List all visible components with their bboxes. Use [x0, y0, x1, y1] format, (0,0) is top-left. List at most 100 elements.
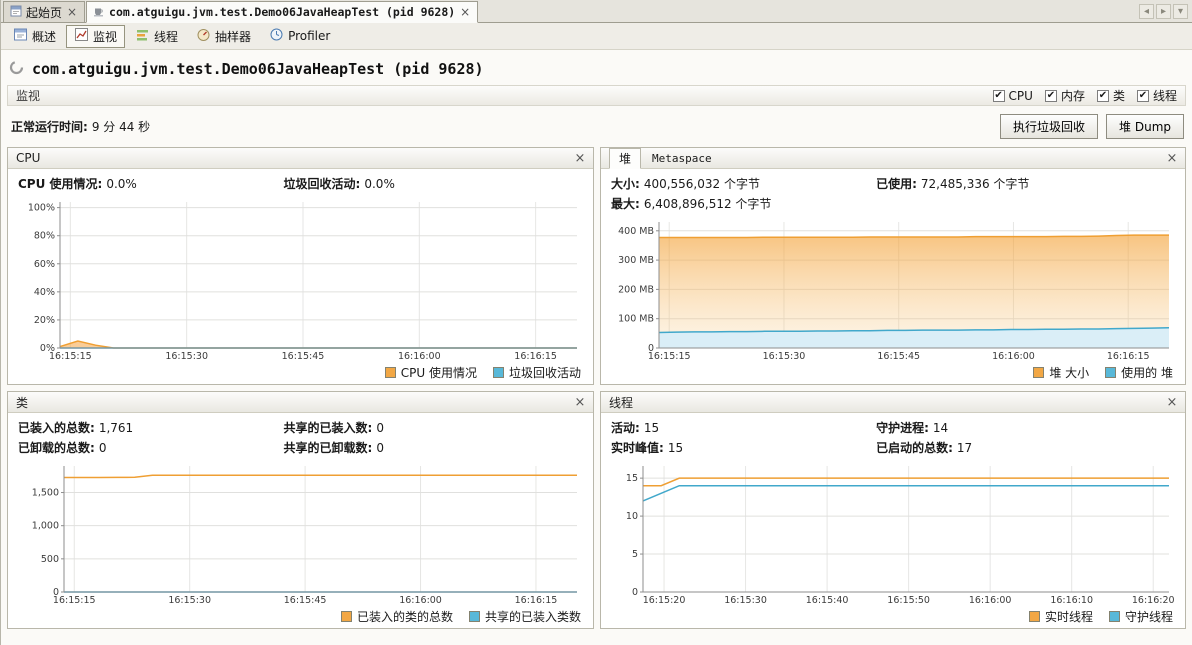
monitor-chart-icon [74, 27, 89, 45]
uptime-value: 9 分 44 秒 [91, 120, 151, 134]
close-panel-icon[interactable]: × [572, 395, 588, 410]
tab-heap[interactable]: 堆 [609, 148, 642, 169]
svg-text:16:15:45: 16:15:45 [284, 595, 327, 606]
heap-stats: 大小: 400,556,032 个字节 已使用: 72,485,336 个字节 最大… [611, 175, 1175, 212]
stat-gc-activity: 垃圾回收活动: 0.0% [283, 177, 395, 191]
metric-toggles: ✔ CPU ✔ 内存 ✔ 类 ✔ 线程 [992, 87, 1177, 104]
checkbox-checked-icon: ✔ [992, 89, 1005, 102]
toolbar-item-overview[interactable]: 概述 [5, 25, 64, 48]
toolbar-item-label: 概述 [32, 29, 57, 44]
heap-panel-header: 堆 Metaspace × [601, 148, 1185, 169]
svg-text:16:15:45: 16:15:45 [877, 351, 920, 362]
classes-stats: 已装入的总数: 1,761 共享的已装入数: 0 已卸载的总数: 0 共享的已卸载数:… [18, 419, 583, 456]
tab-application[interactable]: com.atguigu.jvm.test.Demo06JavaHeapTest … [86, 1, 479, 23]
stat-shared-loaded: 共享的已装入数: 0 [283, 421, 384, 435]
progress-spinner-icon [9, 60, 24, 78]
legend-item: 已装入的类的总数 [340, 608, 453, 625]
svg-text:16:16:00: 16:16:00 [399, 595, 442, 606]
action-buttons: 执行垃圾回收 堆 Dump [1000, 114, 1184, 139]
toolbar-item-label: 抽样器 [215, 29, 252, 44]
classes-chart: 0 500 1,000 1,500 16:15:15 16:15:30 16:15:45 16… [18, 460, 583, 606]
close-panel-icon[interactable]: × [572, 151, 588, 166]
tab-scroll-right-icon[interactable]: ▸ [1156, 4, 1171, 19]
threads-stats: 活动: 15 守护进程: 14 实时峰值: 15 已启动的总数: 17 [611, 419, 1175, 456]
checkbox-label: 类 [1112, 89, 1125, 103]
legend-item: 共享的已装入类数 [468, 608, 581, 625]
threads-chart: 0 5 10 15 16:15:20 16:15:30 16:15:40 16:15:50 16… [611, 460, 1175, 606]
svg-text:16:16:10: 16:16:10 [1050, 595, 1093, 606]
checkbox-label: 内存 [1060, 89, 1085, 103]
section-label: 监视 [16, 89, 41, 103]
svg-text:500: 500 [41, 554, 59, 565]
toolbar-item-threads[interactable]: 线程 [127, 25, 186, 48]
stat-shared-unloaded: 共享的已卸载数: 0 [283, 441, 384, 455]
legend-swatch-blue [468, 610, 480, 622]
close-panel-icon[interactable]: × [1164, 151, 1180, 166]
svg-text:200 MB: 200 MB [618, 284, 654, 295]
stat-total-started: 已启动的总数: 17 [876, 441, 973, 455]
svg-text:16:15:30: 16:15:30 [168, 595, 211, 606]
svg-text:16:16:20: 16:16:20 [1132, 595, 1175, 606]
checkbox-classes[interactable]: ✔ 类 [1096, 87, 1125, 104]
monitor-view: com.atguigu.jvm.test.Demo06JavaHeapTest … [1, 50, 1192, 645]
checkbox-memory[interactable]: ✔ 内存 [1044, 87, 1085, 104]
svg-text:16:15:30: 16:15:30 [763, 351, 806, 362]
panel-title: CPU [16, 151, 41, 165]
checkbox-threads[interactable]: ✔ 线程 [1136, 87, 1177, 104]
threads-icon [135, 27, 150, 45]
svg-text:20%: 20% [34, 315, 55, 326]
uptime-label: 正常运行时间: [11, 120, 88, 134]
classes-panel-header: 类 × [8, 392, 593, 413]
tab-metaspace[interactable]: Metaspace [643, 151, 721, 166]
tab-start-page[interactable]: 起始页 × [3, 1, 86, 22]
cpu-panel-header: CPU × [8, 148, 593, 169]
svg-text:16:16:00: 16:16:00 [398, 351, 441, 362]
svg-text:16:15:15: 16:15:15 [49, 351, 92, 362]
start-page-icon [10, 5, 22, 20]
svg-text:16:16:00: 16:16:00 [969, 595, 1012, 606]
cpu-panel: CPU × CPU 使用情况: 0.0% 垃圾回收活动: 0.0% 0% 20% 40%… [7, 147, 594, 385]
toolbar-item-monitor[interactable]: 监视 [66, 24, 126, 48]
threads-panel: 线程 × 活动: 15 守护进程: 14 实时峰值: 15 已启动的总数: 17 0 5 1… [600, 391, 1186, 629]
svg-text:16:15:30: 16:15:30 [724, 595, 767, 606]
perform-gc-button[interactable]: 执行垃圾回收 [1000, 114, 1099, 139]
svg-text:16:15:15: 16:15:15 [53, 595, 96, 606]
heap-panel-body: 大小: 400,556,032 个字节 已使用: 72,485,336 个字节 最大… [601, 169, 1185, 384]
panel-title: 线程 [609, 395, 634, 410]
svg-text:0: 0 [632, 587, 638, 598]
view-toolbar: 概述 监视 线程 抽样器 Profiler [1, 23, 1192, 50]
panels-grid: CPU × CPU 使用情况: 0.0% 垃圾回收活动: 0.0% 0% 20% 40%… [7, 147, 1186, 629]
stat-live-peak: 实时峰值: 15 [611, 441, 684, 455]
toolbar-item-profiler[interactable]: Profiler [261, 25, 338, 48]
close-panel-icon[interactable]: × [1164, 395, 1180, 410]
checkbox-checked-icon: ✔ [1096, 89, 1109, 102]
heap-panel: 堆 Metaspace × 大小: 400,556,032 个字节 已使用: 72,… [600, 147, 1186, 385]
checkbox-cpu[interactable]: ✔ CPU [992, 89, 1033, 103]
application-header: com.atguigu.jvm.test.Demo06JavaHeapTest … [7, 54, 1186, 85]
legend-swatch-orange [384, 366, 396, 378]
tab-list-icon[interactable]: ▾ [1173, 4, 1188, 19]
overview-icon [13, 27, 28, 45]
stat-cpu-usage: CPU 使用情况: 0.0% [18, 177, 137, 191]
svg-text:60%: 60% [34, 259, 55, 270]
legend-item: 使用的 堆 [1105, 364, 1173, 381]
stat-heap-max: 最大: 6,408,896,512 个字节 [611, 197, 772, 211]
close-tab-icon[interactable]: × [459, 6, 471, 18]
checkbox-checked-icon: ✔ [1044, 89, 1057, 102]
classes-panel-body: 已装入的总数: 1,761 共享的已装入数: 0 已卸载的总数: 0 共享的已卸载数:… [8, 413, 593, 628]
heap-dump-button[interactable]: 堆 Dump [1106, 114, 1184, 139]
toolbar-item-label: 监视 [93, 29, 118, 44]
svg-text:80%: 80% [34, 231, 55, 242]
svg-text:1,500: 1,500 [32, 488, 59, 499]
svg-text:300 MB: 300 MB [618, 255, 654, 266]
legend-item: CPU 使用情况 [384, 364, 477, 381]
svg-text:1,000: 1,000 [32, 521, 59, 532]
svg-text:100%: 100% [28, 203, 55, 214]
stat-unloaded-total: 已卸载的总数: 0 [18, 441, 107, 455]
svg-text:15: 15 [626, 473, 638, 484]
tab-scroll-left-icon[interactable]: ◂ [1139, 4, 1154, 19]
close-tab-icon[interactable]: × [66, 6, 78, 18]
legend-item: 垃圾回收活动 [492, 364, 581, 381]
toolbar-item-sampler[interactable]: 抽样器 [188, 25, 259, 48]
legend-item: 实时线程 [1028, 608, 1093, 625]
